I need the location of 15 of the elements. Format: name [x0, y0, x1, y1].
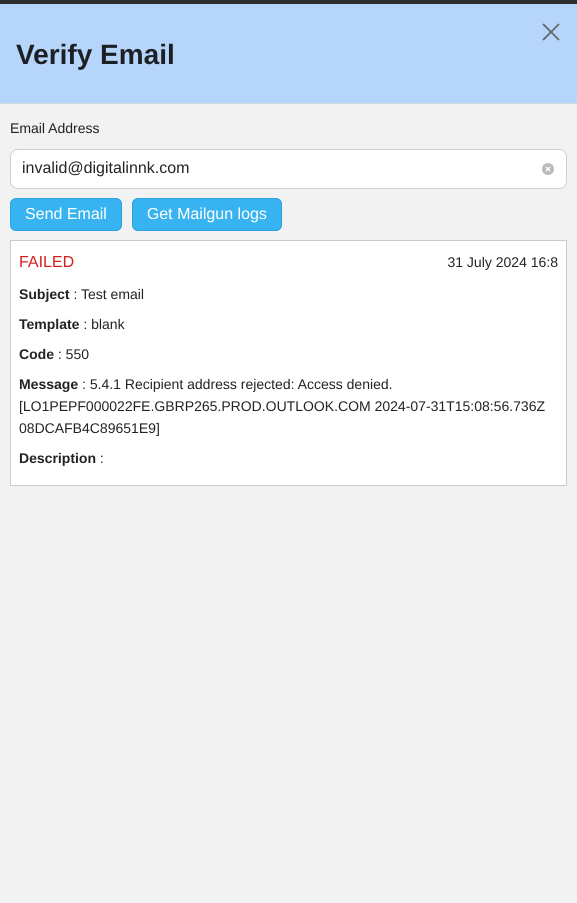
detail-line: Description :	[19, 449, 105, 468]
status-text: FAILED	[19, 253, 74, 273]
action-button[interactable]: Send Email	[10, 198, 122, 231]
action-button[interactable]: Get Mailgun logs	[132, 198, 282, 231]
detail-line: Subject : Test email	[19, 285, 146, 304]
email-input[interactable]: invalid@digitalinnk.com	[10, 149, 567, 189]
dialog-title: Verify Email	[16, 38, 175, 72]
field-label: Email Address	[10, 119, 100, 138]
timestamp: 31 July 2024 16:8	[447, 253, 558, 272]
detail-line: Code : 550	[19, 345, 90, 364]
close-icon	[542, 23, 560, 41]
input-value: invalid@digitalinnk.com	[22, 159, 190, 179]
detail-line: Template : blank	[19, 315, 126, 334]
close-button[interactable]	[541, 22, 561, 42]
detail-line: Message : 5.4.1 Recipient address rejected: Access denied. [LO1PEPF000022FE.GBRP265.PROD.OUTLOOK.COM 2024-07-31T15:08:56.736Z 08DCAFB4C89651E9]	[19, 375, 546, 438]
